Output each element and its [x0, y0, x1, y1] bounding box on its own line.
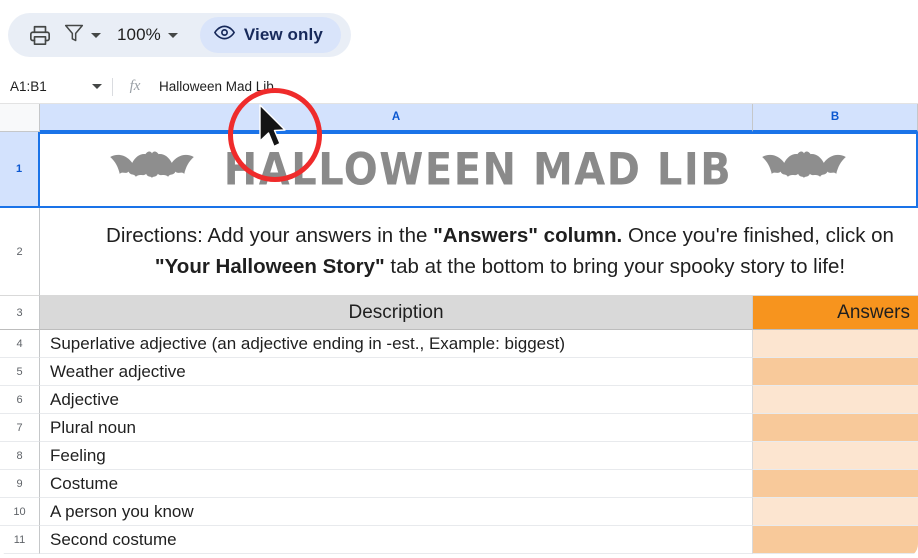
formula-bar: A1:B1 fx Halloween Mad Lib — [0, 70, 918, 104]
answer-cell[interactable] — [753, 526, 918, 554]
description-cell[interactable]: Second costume — [40, 526, 753, 554]
table-row: 4 Superlative adjective (an adjective end… — [0, 330, 918, 358]
page-title: HALLOWEEN MAD LIB — [223, 144, 733, 196]
select-all-corner[interactable] — [0, 104, 40, 132]
bat-icon-right — [760, 145, 848, 196]
fx-icon: fx — [129, 78, 141, 94]
table-row: 8 Feeling — [0, 442, 918, 470]
directions-line1-part1: Directions: Add your answers in the — [106, 224, 434, 248]
zoom-chevron-down-icon — [167, 32, 178, 38]
table-row: 9 Costume — [0, 470, 918, 498]
row-header-9[interactable]: 9 — [0, 470, 40, 498]
filter-chevron-down-icon — [91, 32, 101, 38]
answer-cell[interactable] — [753, 414, 918, 442]
answer-cell[interactable] — [753, 358, 918, 386]
directions-line1-bold: "Answers" column. — [433, 224, 623, 248]
description-cell[interactable]: Adjective — [40, 386, 753, 414]
row-header-6[interactable]: 6 — [0, 386, 40, 414]
view-only-button[interactable]: View only — [199, 17, 341, 53]
directions-cell[interactable]: Directions: Add your answers in the "Ans… — [40, 208, 918, 296]
name-box-value: A1:B1 — [10, 79, 47, 94]
column-header-answers[interactable]: Answers — [753, 296, 918, 330]
toolbar: 100% View only — [0, 0, 918, 70]
row-header-8[interactable]: 8 — [0, 442, 40, 470]
description-cell[interactable]: A person you know — [40, 498, 753, 526]
row-header-2[interactable]: 2 — [0, 208, 40, 296]
spreadsheet-app: 100% View only A1:B1 fx Halloween Mad Li… — [0, 0, 918, 558]
zoom-level-label: 100% — [117, 25, 161, 44]
row-header-4[interactable]: 4 — [0, 330, 40, 358]
row-header-10[interactable]: 10 — [0, 498, 40, 526]
column-header-description[interactable]: Description — [40, 296, 753, 330]
eye-icon — [213, 22, 235, 48]
grid-body: 1 HALLOWEEN MAD LIB 2 Directions: Add yo… — [0, 132, 918, 558]
view-only-label: View only — [243, 25, 323, 44]
directions-line2-part2: tab at the bottom to bring your spooky s… — [384, 254, 846, 278]
column-header-row: A B — [0, 104, 918, 132]
row-header-1[interactable]: 1 — [0, 132, 40, 208]
answer-cell[interactable] — [753, 442, 918, 470]
data-rows-container: 4 Superlative adjective (an adjective end… — [0, 330, 918, 554]
answer-cell[interactable] — [753, 386, 918, 414]
row-header-7[interactable]: 7 — [0, 414, 40, 442]
directions-text: Directions: Add your answers in the "Ans… — [64, 221, 894, 282]
row-header-5[interactable]: 5 — [0, 358, 40, 386]
directions-line1-part2: Once you're finished, click on — [622, 224, 894, 248]
answer-cell[interactable] — [753, 498, 918, 526]
formula-input[interactable]: Halloween Mad Lib — [157, 79, 918, 94]
description-cell[interactable]: Weather adjective — [40, 358, 753, 386]
table-row: 2 Directions: Add your answers in the "A… — [0, 208, 918, 296]
table-row: 5 Weather adjective — [0, 358, 918, 386]
name-box[interactable]: A1:B1 — [0, 70, 112, 104]
title-cell[interactable]: HALLOWEEN MAD LIB — [40, 132, 918, 208]
table-row: 7 Plural noun — [0, 414, 918, 442]
filter-funnel-icon — [64, 23, 84, 48]
bat-icon-left — [108, 145, 196, 196]
column-header-b[interactable]: B — [753, 104, 918, 132]
name-box-chevron-down-icon — [92, 84, 102, 89]
toolbar-pill: 100% View only — [8, 13, 351, 57]
column-header-a[interactable]: A — [40, 104, 753, 132]
answer-cell[interactable] — [753, 470, 918, 498]
directions-line2-bold: "Your Halloween Story" — [154, 254, 385, 278]
table-row: 1 HALLOWEEN MAD LIB — [0, 132, 918, 208]
description-cell[interactable]: Plural noun — [40, 414, 753, 442]
table-row: 11 Second costume — [0, 526, 918, 554]
row-header-3[interactable]: 3 — [0, 296, 40, 330]
answer-cell[interactable] — [753, 330, 918, 358]
print-button[interactable] — [22, 18, 58, 52]
table-row: 3 Description Answers — [0, 296, 918, 330]
print-icon — [29, 24, 51, 46]
filter-button[interactable] — [64, 23, 101, 48]
description-cell[interactable]: Feeling — [40, 442, 753, 470]
table-row: 6 Adjective — [0, 386, 918, 414]
table-row: 10 A person you know — [0, 498, 918, 526]
description-cell[interactable]: Superlative adjective (an adjective endi… — [40, 330, 753, 358]
spreadsheet-grid: A B 1 HALLOWEEN MAD LIB 2 Directions: Ad… — [0, 104, 918, 558]
zoom-selector[interactable]: 100% — [117, 25, 178, 45]
row-header-11[interactable]: 11 — [0, 526, 40, 554]
description-cell[interactable]: Costume — [40, 470, 753, 498]
